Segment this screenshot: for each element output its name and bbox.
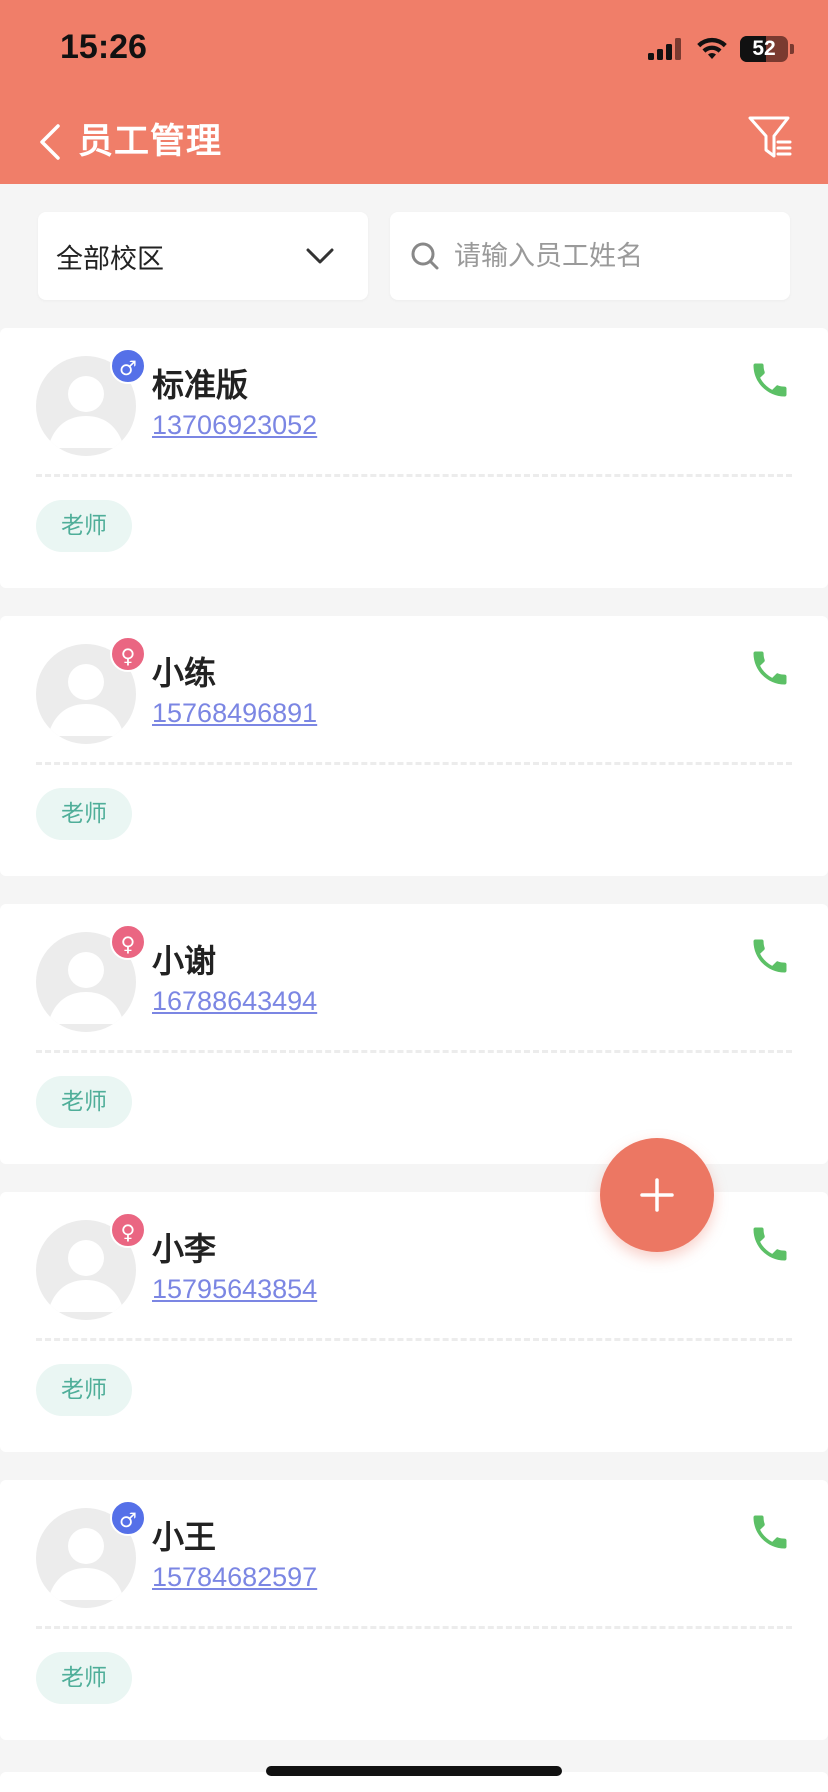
divider	[36, 1050, 792, 1053]
cellular-signal-icon	[648, 38, 681, 60]
gender-male-icon: ♂	[110, 1500, 146, 1536]
wifi-icon	[697, 37, 727, 59]
search-box[interactable]	[390, 212, 790, 300]
search-icon	[411, 242, 439, 270]
employee-phone-link[interactable]: 15795643854	[152, 1274, 317, 1305]
divider	[36, 474, 792, 477]
employee-card[interactable]: ♀ 小谢 16788643494 老师	[0, 904, 828, 1164]
app-header: 15:26 52 员工管理	[0, 0, 828, 184]
role-tag: 老师	[36, 788, 132, 840]
employee-name: 小谢	[152, 942, 217, 980]
gender-female-icon: ♀	[110, 636, 146, 672]
employee-name: 标准版	[152, 366, 249, 404]
status-icons: 52	[648, 34, 794, 64]
gender-female-icon: ♀	[110, 924, 146, 960]
add-employee-button[interactable]	[600, 1138, 714, 1252]
role-tag: 老师	[36, 500, 132, 552]
employee-phone-link[interactable]: 16788643494	[152, 986, 317, 1017]
employee-name: 小练	[152, 654, 217, 692]
campus-select-value: 全部校区	[56, 243, 164, 275]
employee-phone-link[interactable]: 15784682597	[152, 1562, 317, 1593]
employee-phone-link[interactable]: 15768496891	[152, 698, 317, 729]
divider	[36, 762, 792, 765]
back-button[interactable]	[30, 118, 70, 166]
role-tag: 老师	[36, 1364, 132, 1416]
employee-phone-link[interactable]: 13706923052	[152, 410, 317, 441]
phone-icon[interactable]	[748, 934, 792, 978]
divider	[36, 1338, 792, 1341]
campus-select[interactable]: 全部校区	[38, 212, 368, 300]
gender-female-icon: ♀	[110, 1212, 146, 1248]
employee-card[interactable]: ♂ 小王 15784682597 老师	[0, 1480, 828, 1740]
employee-card[interactable]: ♀ 小李 15795643854 老师	[0, 1192, 828, 1452]
phone-icon[interactable]	[748, 1222, 792, 1266]
phone-icon[interactable]	[748, 358, 792, 402]
gender-male-icon: ♂	[110, 348, 146, 384]
battery-level: 52	[752, 37, 776, 60]
employee-name: 小李	[152, 1230, 217, 1268]
home-indicator	[266, 1766, 562, 1776]
phone-icon[interactable]	[748, 646, 792, 690]
employee-list: ♂ 标准版 13706923052 老师 ♀ 小练 15768496891 老师	[0, 328, 828, 1768]
filter-icon	[748, 116, 792, 158]
page-title: 员工管理	[78, 122, 223, 162]
filter-button[interactable]	[746, 114, 794, 162]
plus-icon	[640, 1178, 674, 1212]
filters-row: 全部校区	[38, 212, 790, 300]
chevron-down-icon	[306, 248, 334, 264]
battery-icon: 52	[740, 36, 788, 62]
divider	[36, 1626, 792, 1629]
battery-cap	[790, 44, 794, 54]
status-time: 15:26	[60, 28, 147, 66]
search-input[interactable]	[454, 240, 754, 272]
role-tag: 老师	[36, 1076, 132, 1128]
role-tag: 老师	[36, 1652, 132, 1704]
employee-card[interactable]: ♀ 小练 15768496891 老师	[0, 616, 828, 876]
chevron-left-icon	[40, 124, 60, 160]
phone-icon[interactable]	[748, 1510, 792, 1554]
employee-name: 小王	[152, 1518, 217, 1556]
employee-card[interactable]: ♂ 标准版 13706923052 老师	[0, 328, 828, 588]
